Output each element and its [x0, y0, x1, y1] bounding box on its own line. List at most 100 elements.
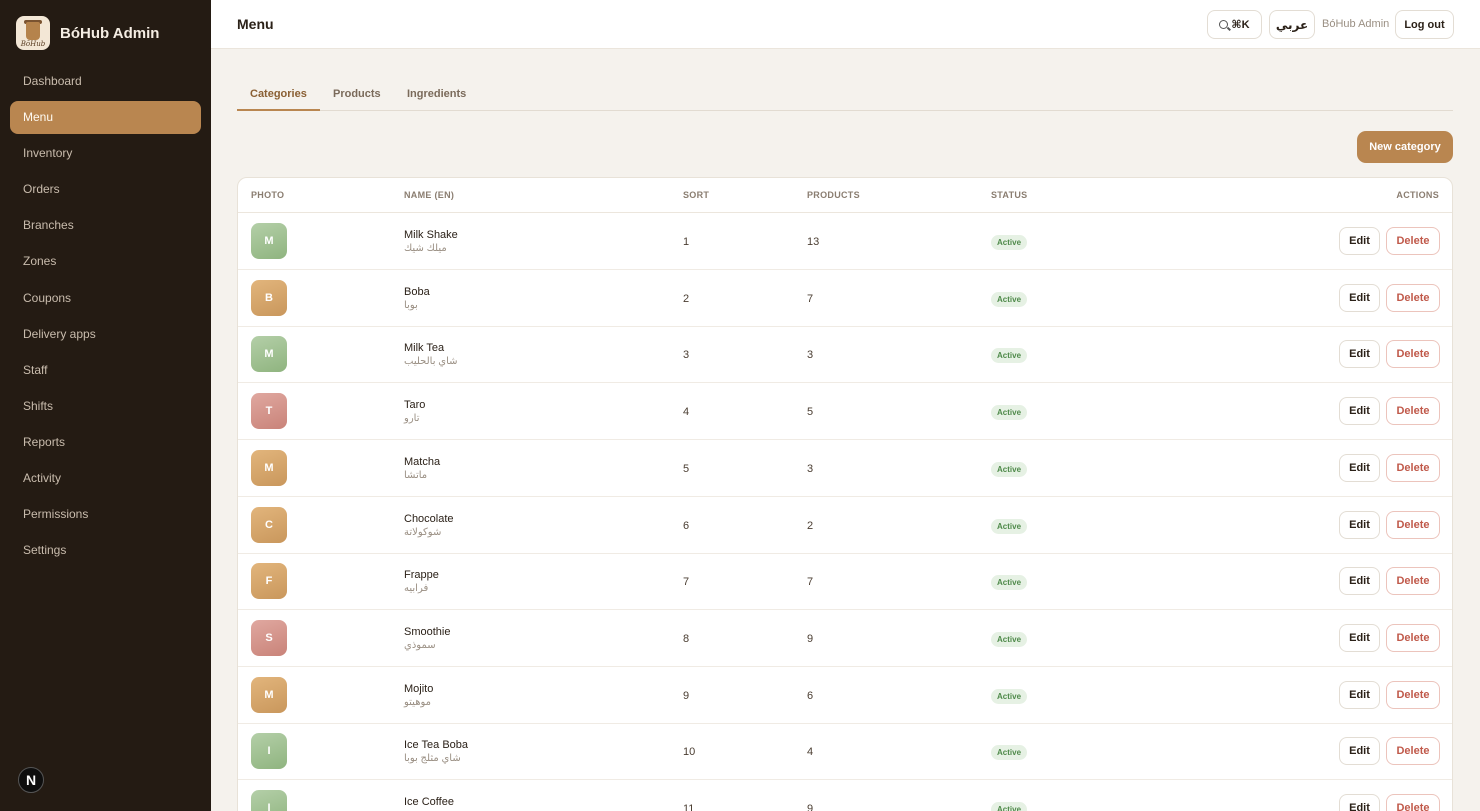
edit-button[interactable]: Edit: [1339, 623, 1380, 652]
sidebar-item-orders[interactable]: Orders: [10, 173, 201, 206]
sidebar-item-delivery-apps[interactable]: Delivery apps: [10, 318, 201, 351]
delete-button[interactable]: Delete: [1386, 623, 1440, 652]
current-user: BóHub Admin: [1322, 18, 1390, 30]
status-badge: Active: [991, 688, 1028, 704]
category-sort: 8: [683, 632, 690, 645]
sidebar-item-menu[interactable]: Menu: [10, 101, 201, 135]
edit-button[interactable]: Edit: [1339, 340, 1380, 369]
category-name-ar: ماتشا: [404, 469, 428, 481]
sidebar-item-reports[interactable]: Reports: [10, 426, 201, 459]
edit-button[interactable]: Edit: [1339, 397, 1380, 426]
category-products-count: 9: [807, 803, 814, 811]
category-sort: 11: [683, 803, 695, 811]
column-header-name[interactable]: NAME (EN): [404, 190, 454, 200]
category-sort: 6: [683, 519, 690, 532]
category-name-ar: شاي مثلج بوبا: [404, 753, 461, 765]
sidebar-item-coupons[interactable]: Coupons: [10, 282, 201, 315]
tab-products[interactable]: Products: [320, 80, 394, 111]
table-row: I Ice Coffee 11 9 Active Edit Delete: [238, 780, 1452, 811]
tab-ingredients[interactable]: Ingredients: [394, 80, 479, 111]
category-name-ar: بوبا: [404, 299, 418, 311]
category-name-en: Mojito: [404, 682, 434, 695]
delete-button[interactable]: Delete: [1386, 567, 1440, 596]
status-badge: Active: [991, 631, 1028, 647]
category-sort: 9: [683, 689, 690, 702]
category-photo: M: [251, 449, 287, 486]
sidebar-nav: Dashboard Menu Inventory Orders Branches Zone…: [10, 65, 201, 570]
table-row: M Matcha ماتشا 5 3 Active Edit Delete: [238, 440, 1452, 497]
language-toggle-button[interactable]: عربي: [1269, 10, 1315, 39]
delete-button[interactable]: Delete: [1386, 737, 1440, 766]
sidebar-item-permissions[interactable]: Permissions: [10, 498, 201, 531]
column-header-status[interactable]: STATUS: [991, 190, 1027, 200]
table-row: F Frappe فرابيه 7 7 Active Edit Delete: [238, 553, 1452, 611]
delete-button[interactable]: Delete: [1386, 397, 1440, 426]
status-badge: Active: [991, 518, 1028, 534]
delete-button[interactable]: Delete: [1386, 453, 1440, 482]
sidebar-item-settings[interactable]: Settings: [10, 534, 201, 567]
column-header-actions: ACTIONS: [1396, 190, 1439, 200]
category-name-ar: فرابيه: [404, 583, 429, 595]
table-row: M Milk Tea شاي بالحليب 3 3 Active Edit Delete: [238, 326, 1452, 384]
sidebar: BōHub BóHub Admin Dashboard Menu Inventory…: [0, 0, 211, 811]
delete-button[interactable]: Delete: [1386, 794, 1440, 811]
delete-button[interactable]: Delete: [1386, 340, 1440, 369]
sidebar-item-shifts[interactable]: Shifts: [10, 390, 201, 423]
status-badge: Active: [991, 745, 1028, 761]
category-photo: I: [251, 733, 287, 770]
table-row: T Taro تارو 4 5 Active Edit Delete: [238, 383, 1452, 441]
sidebar-item-branches[interactable]: Branches: [10, 209, 201, 242]
logo-text: BōHub: [20, 40, 46, 48]
delete-button[interactable]: Delete: [1386, 283, 1440, 312]
delete-button[interactable]: Delete: [1386, 680, 1440, 709]
logout-button[interactable]: Log out: [1395, 10, 1454, 39]
edit-button[interactable]: Edit: [1339, 227, 1380, 255]
tab-categories[interactable]: Categories: [237, 80, 320, 111]
edit-button[interactable]: Edit: [1339, 567, 1380, 596]
sidebar-item-zones[interactable]: Zones: [10, 245, 201, 278]
category-name-en: Boba: [404, 285, 430, 298]
delete-button[interactable]: Delete: [1386, 227, 1440, 255]
category-name-en: Ice Tea Boba: [404, 739, 469, 752]
sidebar-item-inventory[interactable]: Inventory: [10, 137, 201, 170]
column-header-sort[interactable]: SORT: [683, 190, 709, 200]
category-sort: 5: [683, 462, 690, 475]
edit-button[interactable]: Edit: [1339, 453, 1380, 482]
category-photo: C: [251, 506, 287, 543]
category-sort: 10: [683, 746, 696, 759]
sidebar-item-dashboard[interactable]: Dashboard: [10, 65, 201, 98]
category-photo: F: [251, 563, 287, 600]
table-row: S Smoothie سموذي 8 9 Active Edit Delete: [238, 610, 1452, 667]
sidebar-item-activity[interactable]: Activity: [10, 462, 201, 495]
category-photo: M: [251, 336, 287, 373]
category-products-count: 3: [807, 349, 814, 362]
top-header: Menu ⌘K عربي BóHub Admin Log out: [211, 0, 1480, 49]
edit-button[interactable]: Edit: [1339, 794, 1380, 811]
status-badge: Active: [991, 461, 1028, 477]
category-name-ar: سموذي: [404, 639, 436, 651]
category-name-ar: موهيتو: [404, 696, 431, 708]
status-badge: Active: [991, 291, 1028, 307]
search-icon: [1219, 20, 1229, 29]
category-products-count: 4: [807, 746, 814, 759]
edit-button[interactable]: Edit: [1339, 510, 1380, 539]
delete-button[interactable]: Delete: [1386, 510, 1440, 539]
edit-button[interactable]: Edit: [1339, 283, 1380, 312]
category-sort: 3: [683, 349, 690, 362]
cup-shape: [26, 22, 40, 40]
edit-button[interactable]: Edit: [1339, 680, 1380, 709]
sidebar-item-staff[interactable]: Staff: [10, 354, 201, 387]
column-header-products[interactable]: PRODUCTS: [807, 190, 860, 200]
brand-name: BóHub Admin: [60, 24, 160, 42]
brand[interactable]: BōHub BóHub Admin: [16, 16, 159, 50]
next-badge-icon[interactable]: N: [18, 767, 44, 793]
category-sort: 4: [683, 406, 690, 419]
edit-button[interactable]: Edit: [1339, 737, 1380, 766]
table-row: M Mojito موهيتو 9 6 Active Edit Delete: [238, 667, 1452, 724]
search-button[interactable]: ⌘K: [1207, 10, 1262, 39]
new-category-button[interactable]: New category: [1357, 131, 1453, 163]
category-name-en: Milk Tea: [404, 342, 445, 355]
table-row: M Milk Shake ميلك شيك 1 13 Active Edit Delete: [238, 213, 1452, 270]
category-name-en: Milk Shake: [404, 229, 458, 241]
category-name-en: Smoothie: [404, 625, 451, 638]
